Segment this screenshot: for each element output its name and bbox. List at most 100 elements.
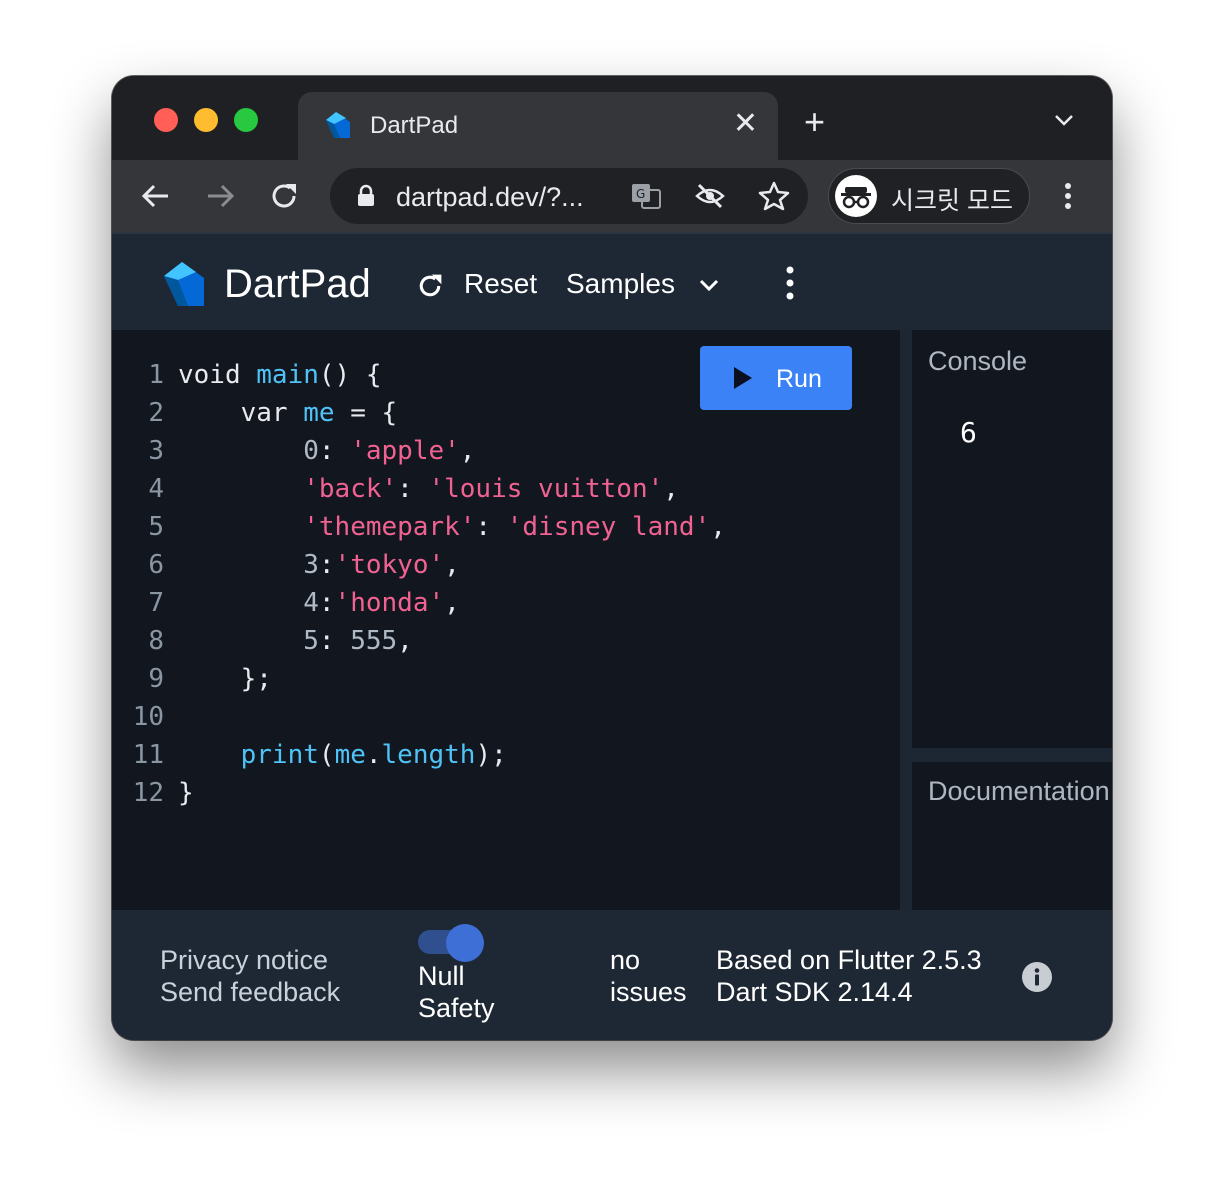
incognito-badge[interactable]: 시크릿 모드	[828, 168, 1030, 224]
code-token: );	[475, 740, 507, 770]
tab-dartpad[interactable]: DartPad ✕	[298, 92, 778, 160]
more-options-icon[interactable]	[778, 264, 802, 302]
code-token: :	[318, 436, 351, 466]
issues-label-2: issues	[610, 977, 687, 1007]
close-window-button[interactable]	[154, 108, 178, 132]
line-number: 1	[148, 360, 164, 390]
zoom-window-button[interactable]	[234, 108, 258, 132]
code-token: ,	[710, 512, 726, 542]
code-token: length	[381, 740, 476, 770]
code-token: 'tokyo'	[334, 550, 445, 580]
issues-label-1: no	[610, 945, 641, 975]
play-icon	[734, 367, 752, 389]
code-line: var me = {	[178, 394, 726, 432]
null-safety-label-1: Null	[418, 961, 465, 991]
back-arrow-icon[interactable]	[140, 180, 172, 212]
chevron-down-icon[interactable]	[698, 276, 720, 294]
browser-menu-icon[interactable]	[1056, 180, 1080, 212]
toggle-knob	[446, 924, 484, 962]
code-token: 'honda'	[334, 588, 445, 618]
console-output: 6	[960, 416, 977, 449]
incognito-icon	[835, 175, 877, 217]
code-line: 0: 'apple',	[178, 432, 726, 470]
code-token: void	[178, 360, 257, 390]
flutter-version: Based on Flutter 2.5.3	[716, 945, 982, 975]
status-footer: Privacy notice Send feedback Null Safety…	[112, 910, 1112, 1040]
star-bookmark-icon[interactable]	[758, 180, 790, 212]
code-token: :	[318, 588, 335, 618]
console-panel: Console 6	[912, 330, 1112, 748]
null-safety-toggle[interactable]	[418, 924, 484, 962]
code-token: 'apple'	[350, 436, 460, 466]
dartpad-header: DartPad Reset Samples	[112, 232, 1112, 332]
code-token: :	[475, 512, 507, 542]
dart-logo-icon	[164, 262, 204, 306]
reload-icon[interactable]	[268, 180, 300, 212]
code-line: 5: 555,	[178, 622, 726, 660]
code-token: ,	[397, 626, 413, 656]
dart-favicon-icon	[326, 112, 350, 138]
code-line: }	[178, 774, 726, 812]
translate-icon[interactable]: G	[630, 180, 662, 212]
code-line: 'back': 'louis vuitton',	[178, 470, 726, 508]
forward-arrow-icon[interactable]	[204, 180, 236, 212]
line-number: 11	[132, 740, 164, 770]
new-tab-icon[interactable]: +	[804, 104, 825, 140]
app-title: DartPad	[224, 262, 371, 306]
code-text[interactable]: void main() { var me = { 0: 'apple', 'ba…	[178, 356, 726, 812]
horizontal-splitter[interactable]	[912, 748, 1112, 762]
documentation-title: Documentation	[928, 776, 1110, 806]
minimize-window-button[interactable]	[194, 108, 218, 132]
tab-title: DartPad	[370, 112, 459, 139]
code-token: 5	[178, 626, 319, 656]
code-token: print	[240, 740, 319, 770]
code-token: ,	[459, 436, 476, 466]
line-number: 10	[132, 702, 164, 732]
incognito-label: 시크릿 모드	[891, 187, 1013, 215]
run-label: Run	[776, 365, 822, 393]
vertical-splitter[interactable]	[900, 330, 912, 910]
run-button[interactable]: Run	[700, 346, 852, 410]
code-token: };	[178, 664, 272, 694]
send-feedback-link[interactable]: Send feedback	[160, 976, 340, 1008]
chevron-down-icon[interactable]	[1052, 110, 1076, 130]
url-text: dartpad.dev/?...	[396, 182, 584, 212]
code-token: 4	[178, 588, 319, 618]
code-token: () {	[318, 360, 382, 390]
reset-button[interactable]: Reset	[464, 268, 537, 300]
code-token: :	[318, 550, 335, 580]
code-token: :	[397, 474, 429, 504]
code-token: (	[318, 740, 335, 770]
browser-window: DartPad ✕ + dartpad.dev/?... G 시크릿 모드 Da…	[112, 76, 1112, 1040]
code-token: .	[365, 740, 382, 770]
code-token: 555	[350, 626, 398, 656]
svg-text:G: G	[636, 187, 645, 201]
code-token: 3	[178, 550, 319, 580]
eye-off-icon[interactable]	[694, 180, 726, 212]
code-token: = {	[334, 398, 398, 428]
code-line: 'themepark': 'disney land',	[178, 508, 726, 546]
tab-strip: DartPad ✕ +	[112, 76, 1112, 160]
code-token: 'back'	[303, 474, 398, 504]
line-number: 7	[148, 588, 164, 618]
reset-icon[interactable]	[416, 272, 444, 300]
code-token: me	[303, 398, 335, 428]
code-token: 0	[178, 436, 319, 466]
samples-dropdown[interactable]: Samples	[566, 268, 675, 300]
code-line: 3:'tokyo',	[178, 546, 726, 584]
null-safety-label-2: Safety	[418, 993, 495, 1023]
close-tab-icon[interactable]: ✕	[733, 106, 758, 142]
code-line: 4:'honda',	[178, 584, 726, 622]
code-line: void main() {	[178, 356, 726, 394]
info-icon[interactable]	[1022, 962, 1052, 992]
address-bar[interactable]: dartpad.dev/?... G	[330, 168, 808, 224]
line-number: 3	[148, 436, 164, 466]
privacy-notice-link[interactable]: Privacy notice	[160, 944, 340, 976]
code-token: }	[178, 778, 194, 808]
code-editor[interactable]: 1 2 3 4 5 6 7 8 9 10 11 12 void main() { var me = {…	[112, 330, 900, 910]
code-token: ,	[663, 474, 679, 504]
line-number: 12	[132, 778, 164, 808]
